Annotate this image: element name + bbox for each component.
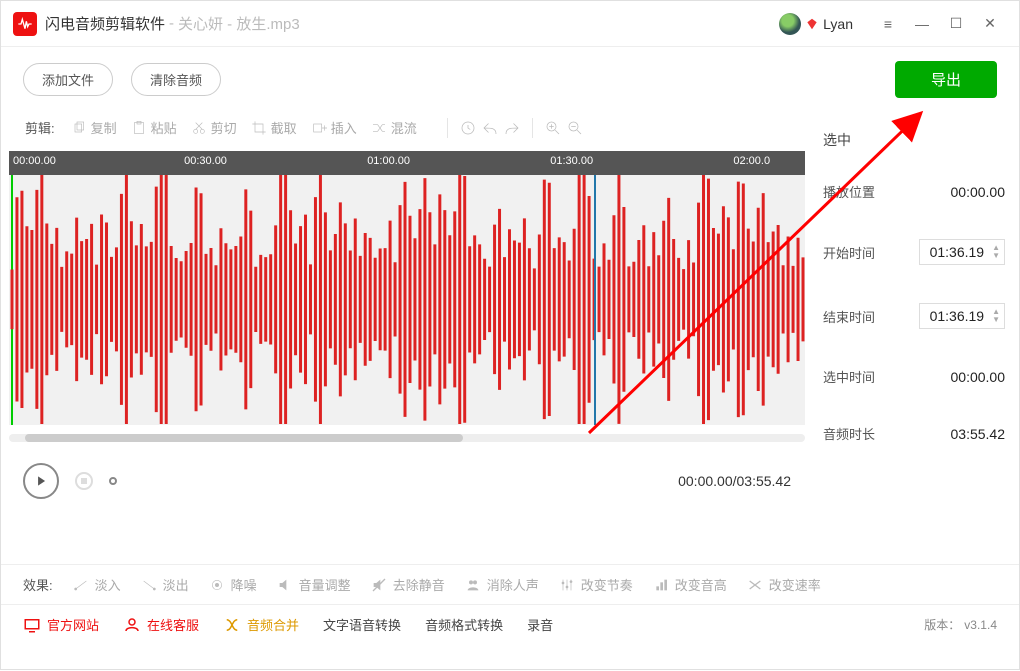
record-link[interactable]: 录音 bbox=[527, 615, 553, 634]
paste-button[interactable]: 粘贴 bbox=[125, 116, 183, 139]
version-value: v3.1.4 bbox=[964, 618, 997, 632]
volume-knob[interactable] bbox=[109, 477, 117, 485]
scrollbar-row bbox=[9, 431, 805, 445]
sel-time-label: 选中时间 bbox=[823, 367, 875, 386]
clear-audio-button[interactable]: 清除音频 bbox=[131, 63, 221, 96]
edit-toolbar: 剪辑: 复制 粘贴 剪切 截取 插入 混流 bbox=[5, 110, 809, 151]
tick: 00:00.00 bbox=[13, 155, 56, 167]
pitch-button[interactable]: 改变音高 bbox=[653, 575, 727, 594]
tick: 00:30.00 bbox=[184, 155, 227, 167]
waveform bbox=[9, 175, 805, 424]
start-spinner[interactable]: ▲▼ bbox=[992, 245, 1000, 259]
timeline-ruler[interactable]: 00:00.00 00:30.00 01:00.00 01:30.00 02:0… bbox=[9, 151, 805, 175]
app-title: 闪电音频剪辑软件 bbox=[45, 13, 165, 34]
tick: 02:00.0 bbox=[733, 155, 770, 167]
stop-button[interactable] bbox=[75, 472, 93, 490]
play-button[interactable] bbox=[23, 463, 59, 499]
player-row: 00:00.00/03:55.42 bbox=[5, 451, 809, 511]
start-time-input[interactable]: 01:36.19 ▲▼ bbox=[919, 239, 1005, 265]
time-display: 00:00.00/03:55.42 bbox=[678, 473, 791, 489]
side-panel: 选中 播放位置 00:00.00 开始时间 01:36.19 ▲▼ 结束时间 0… bbox=[809, 110, 1019, 560]
fadein-button[interactable]: 淡入 bbox=[73, 575, 121, 594]
tts-link[interactable]: 文字语音转换 bbox=[323, 615, 401, 634]
speed-button[interactable]: 改变速率 bbox=[747, 575, 821, 594]
audio-merge-link[interactable]: 音频合并 bbox=[223, 615, 299, 634]
crop-button[interactable]: 截取 bbox=[245, 116, 303, 139]
minimize-button[interactable]: — bbox=[905, 10, 939, 38]
toolbar-label: 剪辑: bbox=[25, 118, 55, 137]
version-label: 版本： bbox=[924, 616, 960, 633]
export-button[interactable]: 导出 bbox=[895, 61, 997, 98]
scroll-thumb[interactable] bbox=[25, 434, 463, 442]
duration-value: 03:55.42 bbox=[951, 426, 1006, 442]
cut-button[interactable]: 剪切 bbox=[185, 116, 243, 139]
effects-row: 效果: 淡入 淡出 降噪 音量调整 去除静音 消除人声 改变节奏 改变音高 改变… bbox=[1, 564, 1019, 604]
add-file-button[interactable]: 添加文件 bbox=[23, 63, 113, 96]
format-convert-link[interactable]: 音频格式转换 bbox=[425, 615, 503, 634]
duration-label: 音频时长 bbox=[823, 424, 875, 443]
history-icon[interactable] bbox=[458, 118, 478, 138]
menu-button[interactable]: ≡ bbox=[871, 10, 905, 38]
main-area: 剪辑: 复制 粘贴 剪切 截取 插入 混流 bbox=[1, 110, 1019, 560]
trim-silence-button[interactable]: 去除静音 bbox=[371, 575, 445, 594]
selection-header: 选中 bbox=[823, 130, 1005, 150]
editor-pane: 剪辑: 复制 粘贴 剪切 截取 插入 混流 bbox=[1, 110, 809, 560]
playhead[interactable] bbox=[594, 175, 596, 425]
avatar[interactable] bbox=[779, 13, 801, 35]
tempo-button[interactable]: 改变节奏 bbox=[559, 575, 633, 594]
file-name: 关心妍 - 放生.mp3 bbox=[178, 13, 300, 34]
support-chat-link[interactable]: 在线客服 bbox=[123, 615, 199, 634]
undo-icon[interactable] bbox=[480, 118, 500, 138]
play-pos-value: 00:00.00 bbox=[951, 184, 1006, 200]
footer: 官方网站 在线客服 音频合并 文字语音转换 音频格式转换 录音 版本： v3.1… bbox=[1, 604, 1019, 644]
maximize-button[interactable]: ☐ bbox=[939, 10, 973, 38]
username[interactable]: Lyan bbox=[823, 16, 853, 32]
volume-button[interactable]: 音量调整 bbox=[277, 575, 351, 594]
end-time-input[interactable]: 01:36.19 ▲▼ bbox=[919, 303, 1005, 329]
app-logo bbox=[13, 12, 37, 36]
play-pos-label: 播放位置 bbox=[823, 182, 875, 201]
insert-button[interactable]: 插入 bbox=[305, 116, 363, 139]
redo-icon[interactable] bbox=[502, 118, 522, 138]
copy-button[interactable]: 复制 bbox=[65, 116, 123, 139]
remove-vocal-button[interactable]: 消除人声 bbox=[465, 575, 539, 594]
zoom-in-icon[interactable] bbox=[543, 118, 563, 138]
end-spinner[interactable]: ▲▼ bbox=[992, 309, 1000, 323]
waveform-area[interactable] bbox=[9, 175, 805, 425]
horizontal-scrollbar[interactable] bbox=[9, 434, 805, 442]
tick: 01:00.00 bbox=[367, 155, 410, 167]
zoom-out-icon[interactable] bbox=[565, 118, 585, 138]
mix-button[interactable]: 混流 bbox=[365, 116, 423, 139]
gem-icon bbox=[805, 17, 819, 31]
title-sep: - bbox=[169, 15, 174, 32]
title-bar: 闪电音频剪辑软件 - 关心妍 - 放生.mp3 Lyan ≡ — ☐ ✕ bbox=[1, 1, 1019, 47]
official-site-link[interactable]: 官方网站 bbox=[23, 615, 99, 634]
fadeout-button[interactable]: 淡出 bbox=[141, 575, 189, 594]
action-row: 添加文件 清除音频 导出 bbox=[1, 47, 1019, 110]
sel-time-value: 00:00.00 bbox=[951, 369, 1006, 385]
denoise-button[interactable]: 降噪 bbox=[209, 575, 257, 594]
start-time-label: 开始时间 bbox=[823, 243, 875, 262]
tick: 01:30.00 bbox=[550, 155, 593, 167]
close-button[interactable]: ✕ bbox=[973, 10, 1007, 38]
effects-label: 效果: bbox=[23, 575, 53, 594]
end-time-label: 结束时间 bbox=[823, 307, 875, 326]
